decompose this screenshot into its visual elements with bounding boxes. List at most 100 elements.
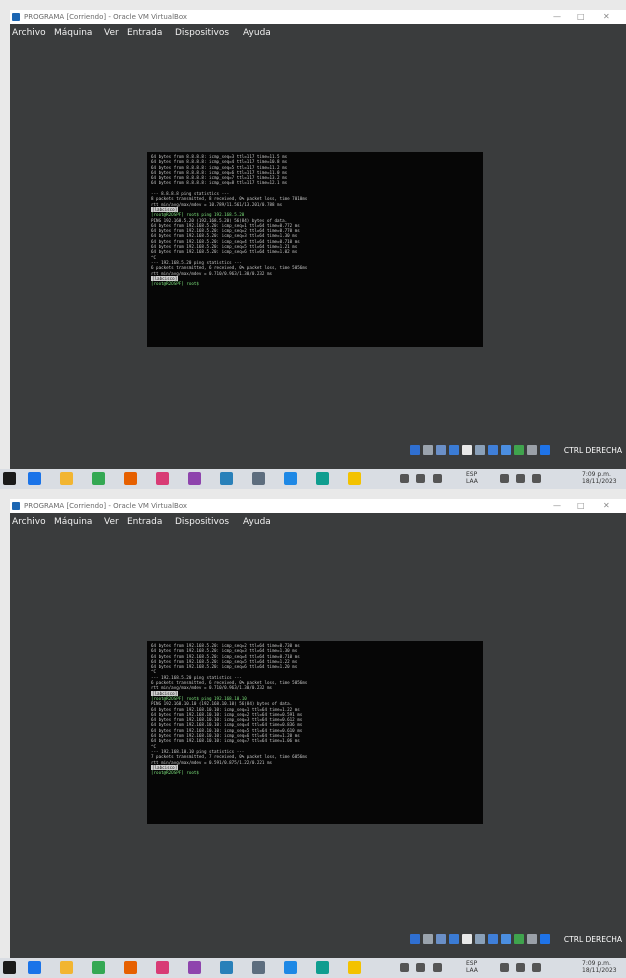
clock[interactable]: 7:09 p.m. 18/11/2023 xyxy=(582,471,617,485)
mail-icon[interactable] xyxy=(284,472,297,485)
console-line-text: rtt min/avg/max/mdev = 0.710/0.963/1.30/… xyxy=(151,685,273,691)
guest-console[interactable]: 64 bytes from 192.168.5.20: icmp_seq=2 t… xyxy=(147,641,483,824)
lang-code: ESP xyxy=(466,471,478,478)
menu-entrada[interactable]: Entrada xyxy=(127,513,162,531)
menu-ver[interactable]: Ver xyxy=(104,513,119,531)
console-line-text: 64 bytes from 192.168.5.20: icmp_seq=5 t… xyxy=(151,658,298,664)
cpu-icon[interactable] xyxy=(514,445,524,455)
menu-archivo[interactable]: Archivo xyxy=(12,24,46,42)
battery-icon[interactable] xyxy=(532,474,541,483)
close-button[interactable]: ✕ xyxy=(603,499,610,513)
hard-disk-icon[interactable] xyxy=(410,934,420,944)
start-icon[interactable] xyxy=(3,472,16,485)
file-explorer-icon[interactable] xyxy=(28,472,41,485)
store-icon[interactable] xyxy=(220,961,233,974)
settings-icon[interactable] xyxy=(252,472,265,485)
keyboard-icon[interactable] xyxy=(540,934,550,944)
window-titlebar[interactable]: PROGRAMA [Corriendo] - Oracle VM Virtual… xyxy=(10,499,626,513)
chrome-icon[interactable] xyxy=(92,961,105,974)
volume-icon[interactable] xyxy=(516,963,525,972)
guest-console[interactable]: 64 bytes from 8.8.8.8: icmp_seq=3 ttl=11… xyxy=(147,152,483,347)
virtualbox-window[interactable]: PROGRAMA [Corriendo] - Oracle VM Virtual… xyxy=(10,10,626,489)
mouse-integration-icon[interactable] xyxy=(527,934,537,944)
audio-icon[interactable] xyxy=(436,445,446,455)
minimize-button[interactable]: — xyxy=(553,499,561,513)
usb-icon[interactable] xyxy=(462,934,472,944)
file-explorer-icon[interactable] xyxy=(28,961,41,974)
minimize-button[interactable]: — xyxy=(553,10,561,24)
firefox-icon[interactable] xyxy=(124,472,137,485)
wifi-icon[interactable] xyxy=(500,963,509,972)
network-icon[interactable] xyxy=(416,963,425,972)
console-line-text: rtt min/avg/max/mdev = 10.789/11.561/13.… xyxy=(151,201,283,207)
console-line-text: 64 bytes from 8.8.8.8: icmp_seq=3 ttl=11… xyxy=(151,154,288,159)
network-icon[interactable] xyxy=(449,934,459,944)
wifi-icon[interactable] xyxy=(500,474,509,483)
shared-folders-icon[interactable] xyxy=(475,934,485,944)
usb-icon[interactable] xyxy=(462,445,472,455)
console-line-text: 64 bytes from 192.168.10.10: icmp_seq=6 … xyxy=(151,733,300,739)
lang-region: LAA xyxy=(466,967,478,974)
console-line-text: --- 192.168.5.20 ping statistics --- xyxy=(151,674,242,680)
menu-archivo[interactable]: Archivo xyxy=(12,513,46,531)
edge-icon[interactable] xyxy=(316,472,329,485)
menu-dispositivos[interactable]: Dispositivos xyxy=(175,513,229,531)
mouse-integration-icon[interactable] xyxy=(527,445,537,455)
weather-icon[interactable] xyxy=(433,963,442,972)
close-button[interactable]: ✕ xyxy=(603,10,610,24)
folder-icon[interactable] xyxy=(60,961,73,974)
console-line-text: 64 bytes from 192.168.5.20: icmp_seq=1 t… xyxy=(151,222,300,228)
virtualbox-icon xyxy=(12,13,20,21)
display-icon[interactable] xyxy=(488,934,498,944)
menu-ayuda[interactable]: Ayuda xyxy=(243,24,271,42)
mail-icon[interactable] xyxy=(284,961,297,974)
menu-ver[interactable]: Ver xyxy=(104,24,119,42)
menu-dispositivos[interactable]: Dispositivos xyxy=(175,24,229,42)
display-icon[interactable] xyxy=(488,445,498,455)
optical-drive-icon[interactable] xyxy=(423,934,433,944)
cpu-icon[interactable] xyxy=(514,934,524,944)
hard-disk-icon[interactable] xyxy=(410,445,420,455)
edge-icon[interactable] xyxy=(316,961,329,974)
virtualbox-icon[interactable] xyxy=(348,472,361,485)
clock[interactable]: 7:09 p.m. 18/11/2023 xyxy=(582,960,617,974)
chrome-icon[interactable] xyxy=(92,472,105,485)
lang-indicator[interactable]: ESP LAA xyxy=(466,471,478,485)
volume-icon[interactable] xyxy=(516,474,525,483)
audio-icon[interactable] xyxy=(436,934,446,944)
menu-maquina[interactable]: Máquina xyxy=(54,24,92,42)
vm-status-tray xyxy=(410,444,560,458)
video-capture-icon[interactable] xyxy=(501,934,511,944)
video-capture-icon[interactable] xyxy=(501,445,511,455)
network-icon[interactable] xyxy=(416,474,425,483)
optical-drive-icon[interactable] xyxy=(423,445,433,455)
lang-indicator[interactable]: ESP LAA xyxy=(466,960,478,974)
virtualbox-icon[interactable] xyxy=(348,961,361,974)
network-icon[interactable] xyxy=(449,445,459,455)
menu-ayuda[interactable]: Ayuda xyxy=(243,513,271,531)
virtualbox-window[interactable]: PROGRAMA [Corriendo] - Oracle VM Virtual… xyxy=(10,499,626,978)
menu-entrada[interactable]: Entrada xyxy=(127,24,162,42)
keyboard-icon[interactable] xyxy=(540,445,550,455)
window-titlebar[interactable]: PROGRAMA [Corriendo] - Oracle VM Virtual… xyxy=(10,10,626,24)
firefox-icon[interactable] xyxy=(124,961,137,974)
shared-folders-icon[interactable] xyxy=(475,445,485,455)
settings-icon[interactable] xyxy=(252,961,265,974)
folder-icon[interactable] xyxy=(60,472,73,485)
chevron-up-icon[interactable] xyxy=(400,474,409,483)
host-key-label: CTRL DERECHA xyxy=(563,446,622,455)
weather-icon[interactable] xyxy=(433,474,442,483)
maximize-button[interactable]: □ xyxy=(577,499,585,513)
photos-icon[interactable] xyxy=(188,961,201,974)
clock-time: 7:09 p.m. xyxy=(582,471,611,478)
battery-icon[interactable] xyxy=(532,963,541,972)
menu-maquina[interactable]: Máquina xyxy=(54,513,92,531)
photos-icon[interactable] xyxy=(188,472,201,485)
maximize-button[interactable]: □ xyxy=(577,10,585,24)
paint-icon[interactable] xyxy=(156,472,169,485)
chevron-up-icon[interactable] xyxy=(400,963,409,972)
store-icon[interactable] xyxy=(220,472,233,485)
paint-icon[interactable] xyxy=(156,961,169,974)
window-title: PROGRAMA [Corriendo] - Oracle VM Virtual… xyxy=(24,502,188,510)
start-icon[interactable] xyxy=(3,961,16,974)
